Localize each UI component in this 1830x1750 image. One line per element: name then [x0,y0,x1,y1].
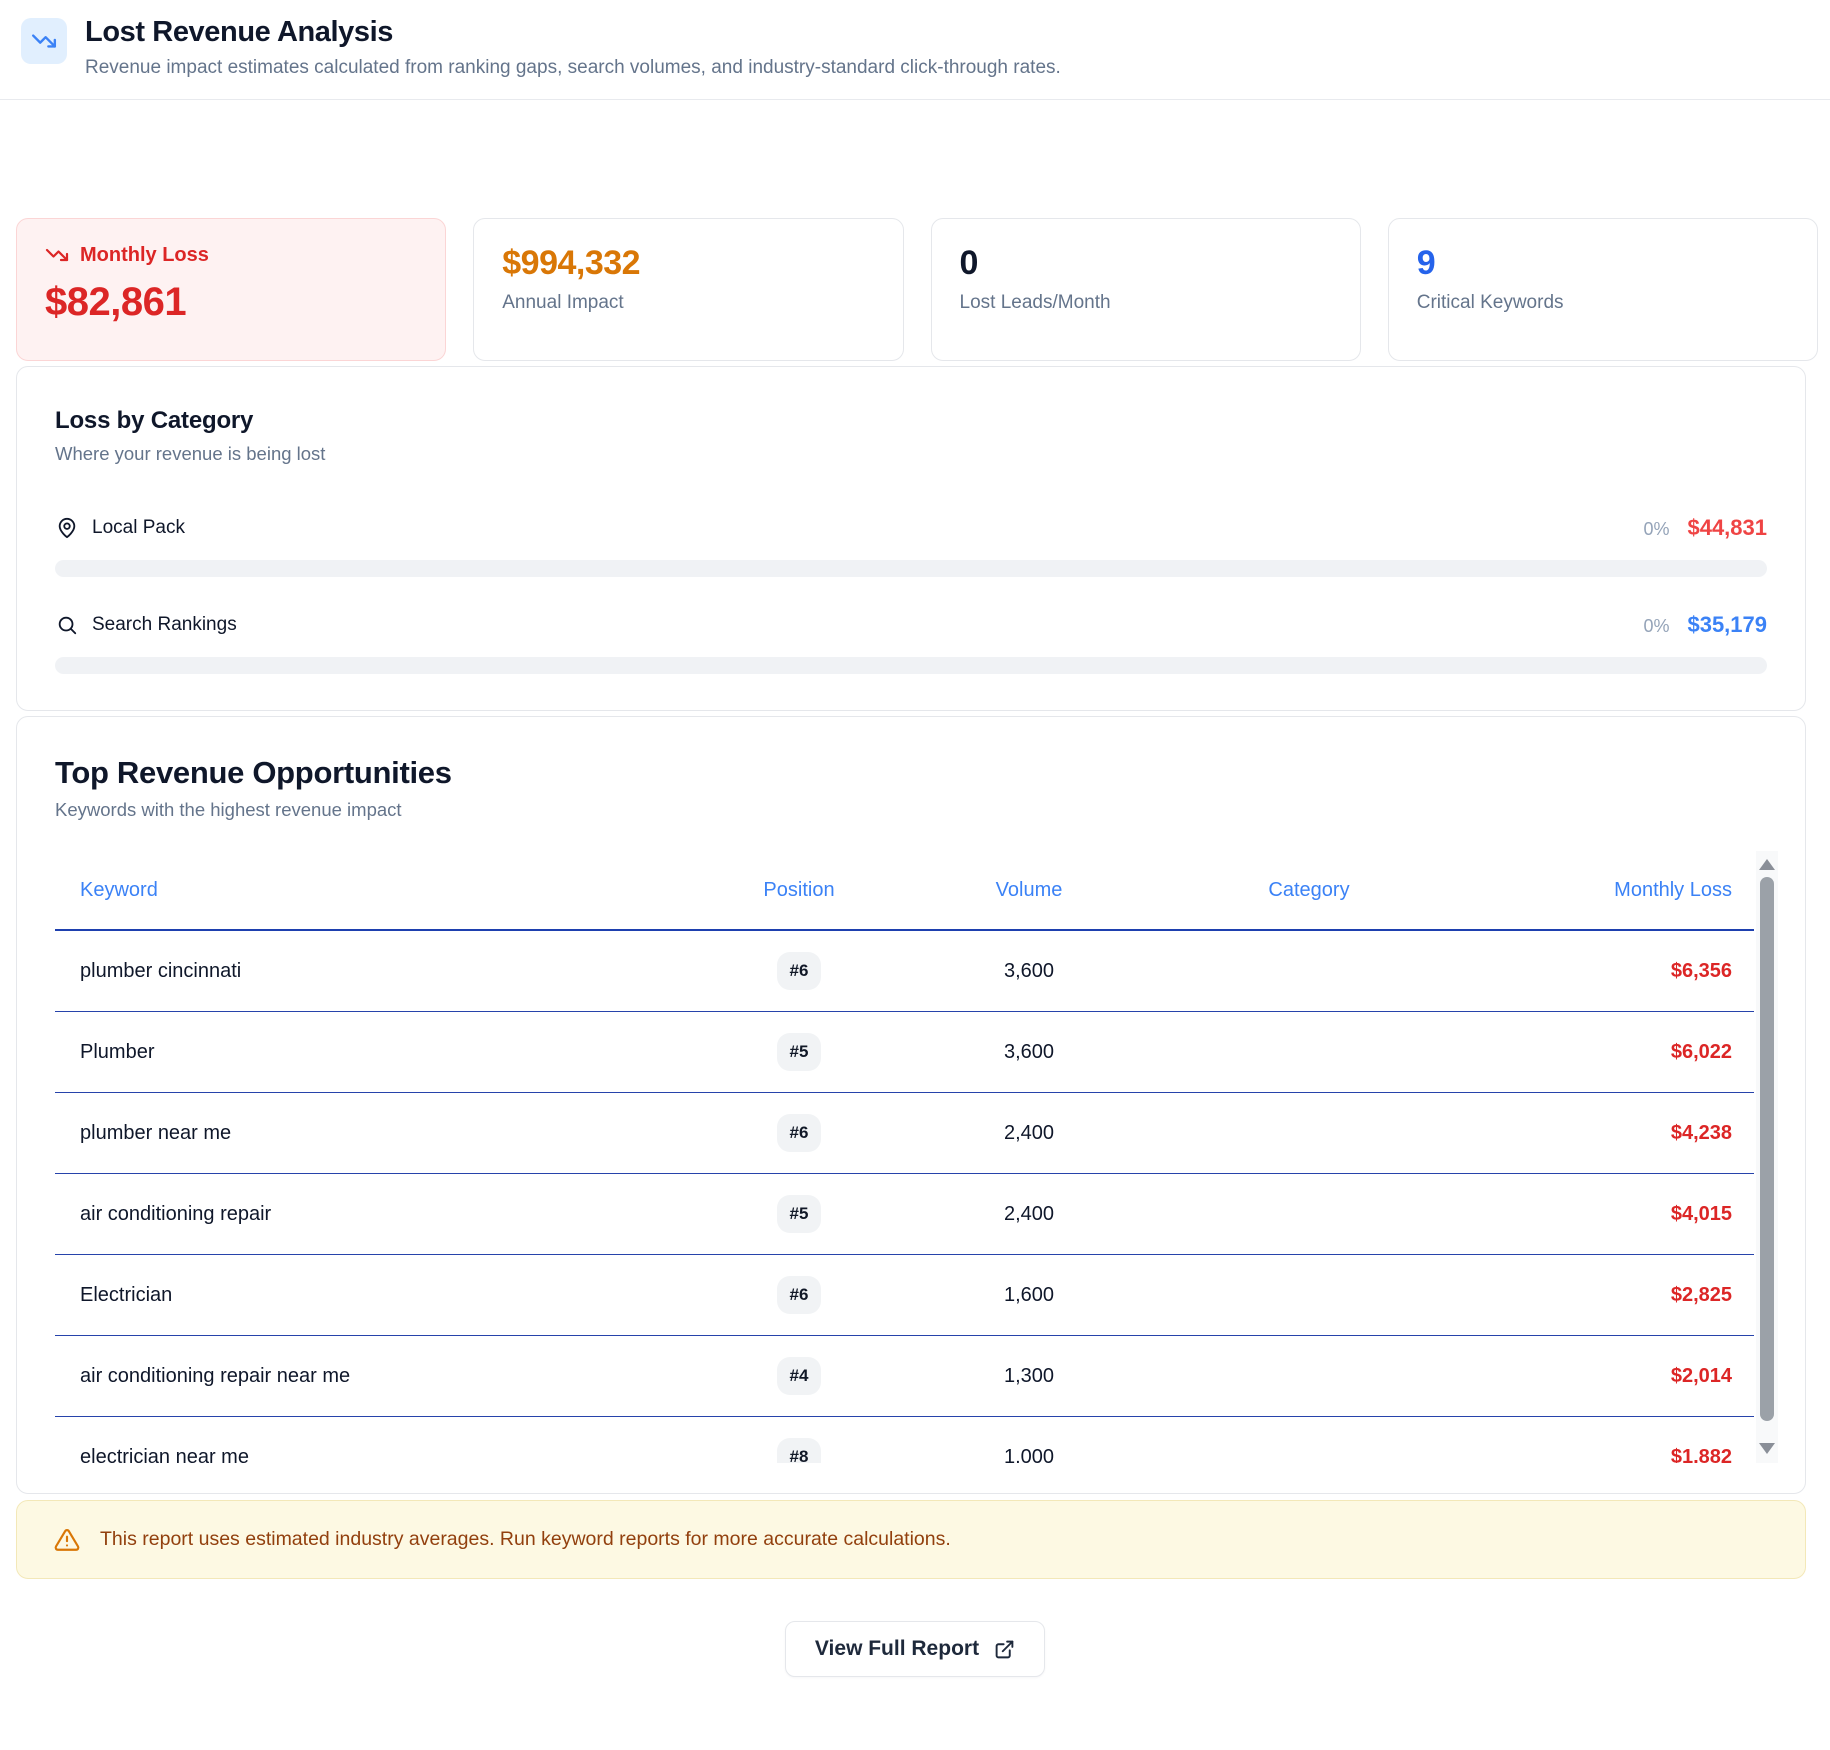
keyword-cell: plumber near me [55,1122,704,1145]
volume-cell: 2,400 [894,1203,1164,1226]
local-pack-progress-bar [55,560,1767,577]
column-header-category: Category [1164,879,1454,902]
table-row: plumber cincinnati #6 3,600 $6,356 [55,931,1754,1012]
warning-triangle-icon [54,1527,80,1553]
monthly-loss-cell: $6,356 [1454,960,1754,983]
table-body: plumber cincinnati #6 3,600 $6,356 Plumb… [55,931,1754,1463]
keyword-cell: plumber cincinnati [55,960,704,983]
position-cell: #8 [704,1438,894,1463]
monthly-loss-cell: $2,014 [1454,1365,1754,1388]
category-amount: $35,179 [1687,612,1767,638]
view-full-report-label: View Full Report [815,1637,979,1661]
stat-card-lost-leads: 0 Lost Leads/Month [931,218,1361,361]
category-percent: 0% [1643,616,1669,637]
opportunities-title: Top Revenue Opportunities [55,755,1767,791]
stat-card-monthly-loss: Monthly Loss $82,861 [16,218,446,361]
monthly-loss-cell: $2,825 [1454,1284,1754,1307]
estimates-warning-banner: This report uses estimated industry aver… [16,1500,1806,1579]
monthly-loss-cell: $6,022 [1454,1041,1754,1064]
column-header-position: Position [704,879,894,902]
category-row-local-pack: Local Pack 0% $44,831 [55,515,1767,541]
column-header-monthly-loss: Monthly Loss [1454,879,1754,902]
position-cell: #5 [704,1195,894,1233]
position-badge: #5 [777,1195,822,1233]
position-cell: #6 [704,1114,894,1152]
table-row: electrician near me #8 1,000 $1,882 [55,1417,1754,1463]
position-badge: #6 [777,1276,822,1314]
monthly-loss-cell: $1,882 [1454,1446,1754,1464]
page-subtitle: Revenue impact estimates calculated from… [85,57,1061,79]
header-text: Lost Revenue Analysis Revenue impact est… [85,14,1061,79]
stat-card-critical-keywords: 9 Critical Keywords [1388,218,1818,361]
stat-card-annual-impact: $994,332 Annual Impact [473,218,903,361]
column-header-keyword: Keyword [55,879,704,902]
scroll-down-icon[interactable] [1756,1437,1778,1459]
position-badge: #4 [777,1357,822,1395]
lost-leads-value: 0 [960,245,1332,282]
position-badge: #6 [777,1114,822,1152]
critical-keywords-label: Critical Keywords [1417,292,1789,314]
position-badge: #8 [777,1438,822,1463]
table-row: air conditioning repair #5 2,400 $4,015 [55,1174,1754,1255]
volume-cell: 1,600 [894,1284,1164,1307]
view-full-report-button[interactable]: View Full Report [785,1621,1045,1677]
position-badge: #6 [777,952,822,990]
volume-cell: 2,400 [894,1122,1164,1145]
loss-by-category-title: Loss by Category [55,407,1767,435]
keyword-cell: Electrician [55,1284,704,1307]
loss-by-category-card: Loss by Category Where your revenue is b… [16,366,1806,711]
position-badge: #5 [777,1033,822,1071]
table-header-row: Keyword Position Volume Category Monthly… [55,851,1754,931]
warning-text: This report uses estimated industry aver… [100,1528,951,1551]
table-row: plumber near me #6 2,400 $4,238 [55,1093,1754,1174]
keyword-cell: electrician near me [55,1446,704,1464]
search-rankings-progress-bar [55,657,1767,674]
position-cell: #6 [704,952,894,990]
loss-by-category-subtitle: Where your revenue is being lost [55,443,1767,465]
keyword-cell: air conditioning repair near me [55,1365,704,1388]
monthly-loss-cell: $4,015 [1454,1203,1754,1226]
footer: View Full Report [0,1621,1830,1677]
keyword-cell: air conditioning repair [55,1203,704,1226]
table-scrollbar[interactable] [1756,851,1778,1463]
table-row: Plumber #5 3,600 $6,022 [55,1012,1754,1093]
position-cell: #5 [704,1033,894,1071]
annual-impact-value: $994,332 [502,245,874,282]
category-amount: $44,831 [1687,515,1767,541]
category-row-search-rankings: Search Rankings 0% $35,179 [55,612,1767,638]
category-label: Search Rankings [92,614,237,636]
column-header-volume: Volume [894,879,1164,902]
trending-down-icon [45,243,69,267]
volume-cell: 1,300 [894,1365,1164,1388]
opportunities-subtitle: Keywords with the highest revenue impact [55,799,1767,821]
monthly-loss-value: $82,861 [45,280,417,325]
annual-impact-label: Annual Impact [502,292,874,314]
category-label: Local Pack [92,517,185,539]
volume-cell: 1,000 [894,1446,1164,1464]
search-icon [55,613,79,637]
page-title: Lost Revenue Analysis [85,16,1061,49]
monthly-loss-label: Monthly Loss [80,244,209,267]
critical-keywords-value: 9 [1417,245,1789,282]
lost-leads-label: Lost Leads/Month [960,292,1332,314]
map-pin-icon [55,516,79,540]
scrollbar-thumb[interactable] [1760,877,1774,1421]
table-row: air conditioning repair near me #4 1,300… [55,1336,1754,1417]
external-link-icon [994,1639,1015,1660]
scroll-up-icon[interactable] [1756,853,1778,875]
position-cell: #4 [704,1357,894,1395]
page-header: Lost Revenue Analysis Revenue impact est… [0,0,1830,100]
table-row: Electrician #6 1,600 $2,825 [55,1255,1754,1336]
stats-row: Monthly Loss $82,861 $994,332 Annual Imp… [16,218,1818,361]
position-cell: #6 [704,1276,894,1314]
top-revenue-opportunities-card: Top Revenue Opportunities Keywords with … [16,716,1806,1494]
monthly-loss-cell: $4,238 [1454,1122,1754,1145]
category-percent: 0% [1643,519,1669,540]
monthly-loss-label-row: Monthly Loss [45,243,417,267]
opportunities-table: Keyword Position Volume Category Monthly… [55,851,1778,1463]
keyword-cell: Plumber [55,1041,704,1064]
trending-down-icon [21,18,67,64]
volume-cell: 3,600 [894,960,1164,983]
volume-cell: 3,600 [894,1041,1164,1064]
